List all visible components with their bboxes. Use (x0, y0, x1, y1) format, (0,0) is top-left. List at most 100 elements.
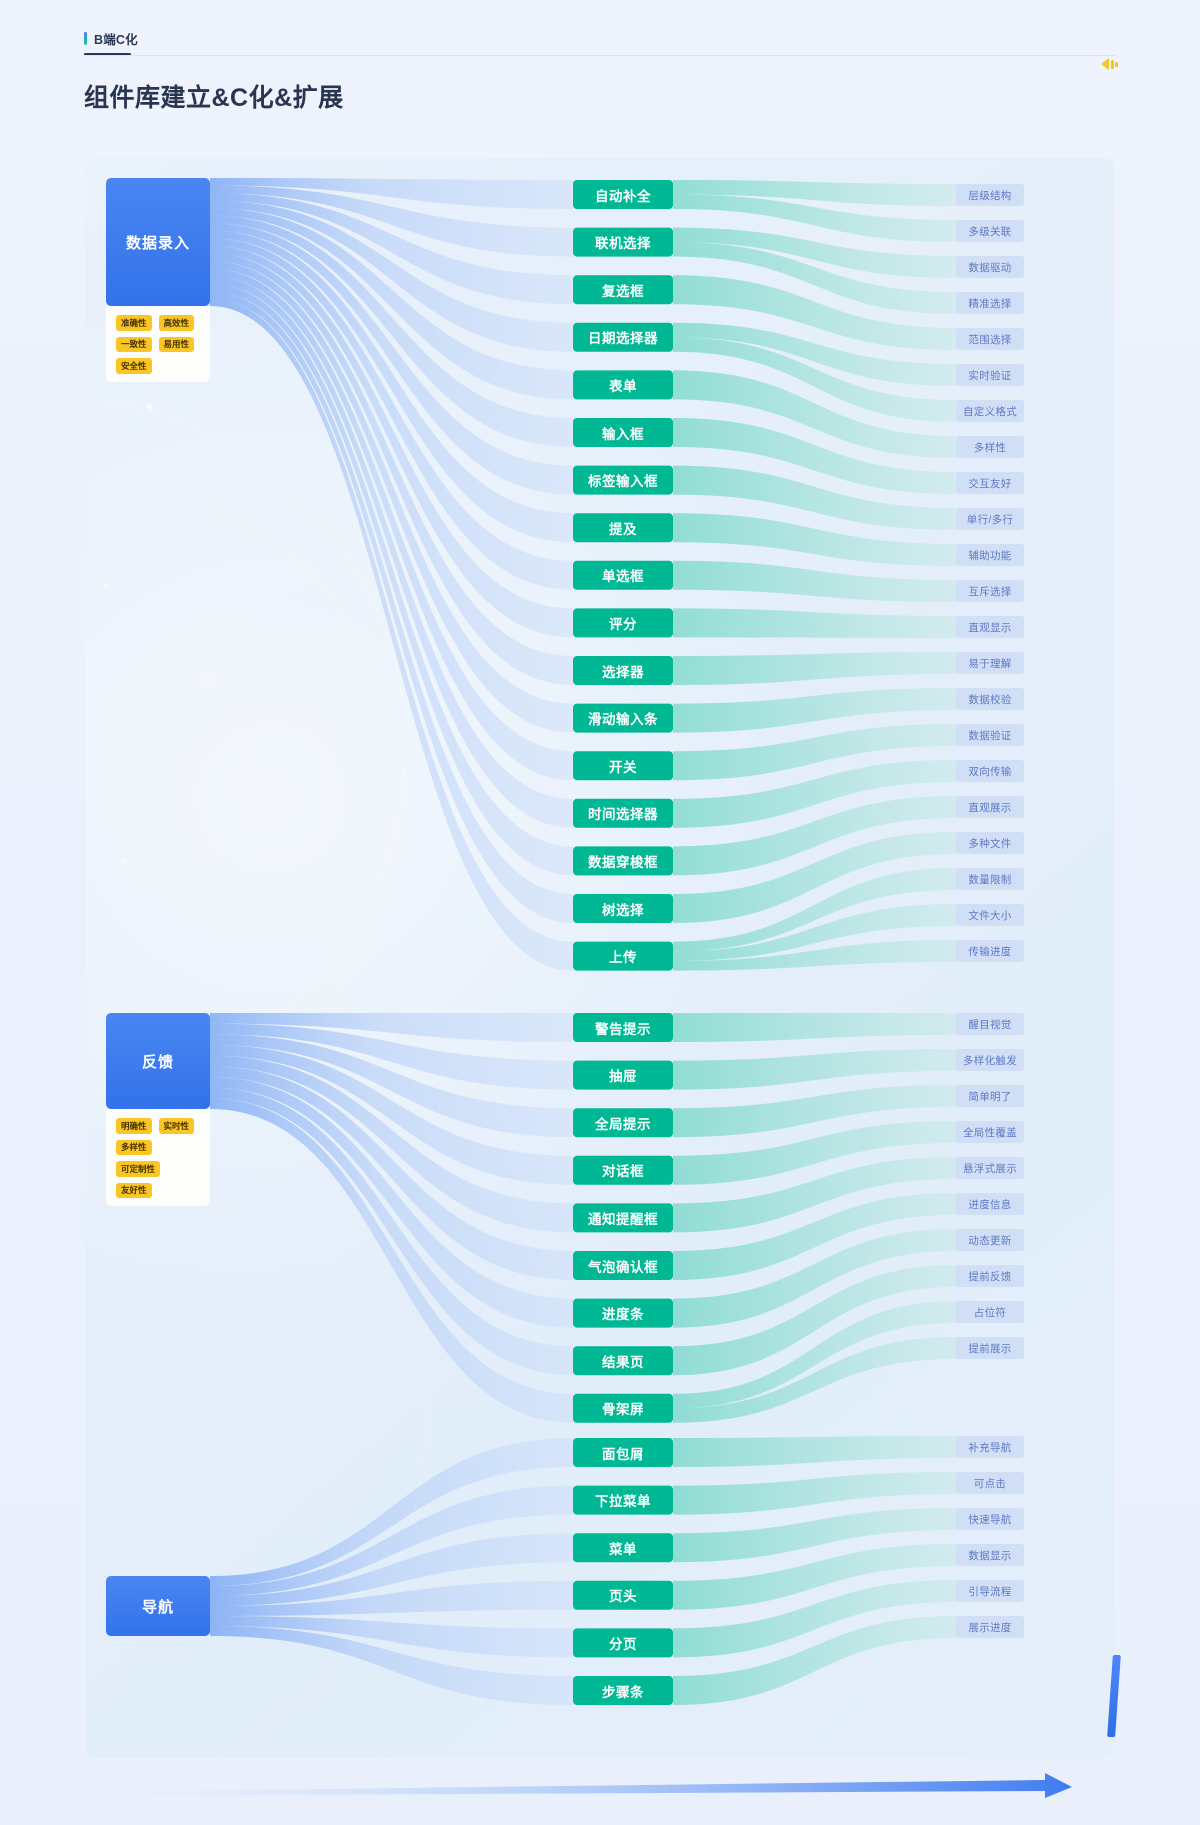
sankey-link (673, 652, 956, 685)
sankey-link (210, 298, 573, 971)
sankey-target-node[interactable] (956, 1229, 1024, 1251)
sankey-target-node[interactable] (956, 760, 1024, 782)
sankey-middle-node[interactable] (573, 1251, 673, 1280)
sankey-target-node[interactable] (956, 796, 1024, 818)
sankey-links-feedback (210, 1013, 573, 1423)
sankey-target-node[interactable] (956, 1580, 1024, 1602)
sankey-target-node[interactable] (956, 904, 1024, 926)
sankey-target-node[interactable] (956, 1301, 1024, 1323)
sankey-middle-node[interactable] (573, 322, 673, 352)
attribute-tag: 安全性 (116, 358, 152, 374)
sankey-middle-node[interactable] (573, 1060, 673, 1090)
sankey-target-node[interactable] (956, 1085, 1024, 1107)
sankey-target-node[interactable] (956, 1013, 1024, 1035)
sankey-target-node[interactable] (956, 328, 1024, 350)
sankey-diagram (106, 178, 1024, 1705)
sankey-target-node[interactable] (956, 544, 1024, 566)
sankey-source-node[interactable] (106, 1576, 210, 1636)
sankey-middle-node[interactable] (573, 370, 673, 400)
sankey-middle-node[interactable] (573, 418, 673, 447)
sankey-middle-node[interactable] (573, 1676, 673, 1705)
sankey-target-node[interactable] (956, 940, 1024, 962)
sankey-target-node[interactable] (956, 652, 1024, 674)
sankey-middle-node[interactable] (573, 465, 673, 495)
sankey-target-node[interactable] (956, 688, 1024, 710)
sankey-middle-node[interactable] (573, 1485, 673, 1515)
sankey-middle-node[interactable] (573, 1346, 673, 1376)
sankey-target-node[interactable] (956, 508, 1024, 530)
sankey-target-node[interactable] (956, 1472, 1024, 1494)
sankey-target-node[interactable] (956, 724, 1024, 746)
volume-icon[interactable] (1092, 57, 1118, 71)
sankey-target-node[interactable] (956, 1436, 1024, 1458)
source-tag-panel: 明确性 实时性 多样性 可定制性 友好性 (106, 1109, 210, 1206)
attribute-tag: 准确性 (116, 315, 152, 331)
sankey-target-node[interactable] (956, 1121, 1024, 1143)
sankey-middle-node[interactable] (573, 1533, 673, 1563)
sankey-target-node[interactable] (956, 1157, 1024, 1179)
sankey-middle-node[interactable] (573, 1155, 673, 1185)
sankey-target-node[interactable] (956, 364, 1024, 386)
sankey-middle-node[interactable] (573, 275, 673, 305)
sankey-target-node[interactable] (956, 256, 1024, 278)
sankey-target-node[interactable] (956, 220, 1024, 242)
attribute-tag: 友好性 (116, 1182, 152, 1198)
sankey-source-node[interactable] (106, 1013, 210, 1109)
breadcrumb-label: B端C化 (94, 32, 138, 47)
sankey-target-node[interactable] (956, 1508, 1024, 1530)
sankey-links-navigation (210, 1438, 573, 1705)
volume-icon-wave-1 (1110, 59, 1114, 69)
attribute-tag: 实时性 (158, 1118, 195, 1134)
sankey-target-node[interactable] (956, 1544, 1024, 1566)
sankey-target-node[interactable] (956, 1265, 1024, 1287)
sankey-target-node[interactable] (956, 400, 1024, 422)
source-tag-panel: 准确性 高效性 一致性 易用性 安全性 (106, 306, 210, 382)
sankey-target-node[interactable] (956, 616, 1024, 638)
header-divider (84, 55, 1116, 56)
attribute-tag: 易用性 (158, 336, 195, 352)
sankey-middle-nodes[interactable] (573, 180, 673, 1705)
sankey-link (673, 1049, 956, 1090)
sankey-target-node[interactable] (956, 436, 1024, 458)
sankey-target-node[interactable] (956, 580, 1024, 602)
sankey-target-node[interactable] (956, 1616, 1024, 1638)
sankey-middle-node[interactable] (573, 941, 673, 971)
sankey-middle-node[interactable] (573, 1580, 673, 1610)
sankey-target-node[interactable] (956, 868, 1024, 890)
sankey-middle-node[interactable] (573, 1438, 673, 1467)
sankey-target-node[interactable] (956, 1337, 1024, 1359)
sankey-target-node[interactable] (956, 832, 1024, 854)
sankey-middle-node[interactable] (573, 560, 673, 590)
sankey-middle-node[interactable] (573, 227, 673, 257)
sankey-middle-node[interactable] (573, 798, 673, 828)
sankey-target-node[interactable] (956, 184, 1024, 206)
volume-icon-wave-2 (1115, 61, 1118, 67)
sankey-source-node[interactable] (106, 178, 210, 306)
top-bar: B端C化 (0, 0, 1200, 70)
sankey-middle-node[interactable] (573, 656, 673, 685)
sankey-target-node[interactable] (956, 472, 1024, 494)
sankey-target-node[interactable] (956, 1193, 1024, 1215)
sankey-middle-node[interactable] (573, 751, 673, 781)
sankey-link (673, 608, 956, 638)
sankey-target-nodes[interactable] (956, 184, 1024, 1638)
sankey-target-node[interactable] (956, 292, 1024, 314)
decorative-arrow (80, 1773, 1072, 1798)
sankey-middle-node[interactable] (573, 1203, 673, 1233)
sankey-middle-node[interactable] (573, 894, 673, 923)
sankey-middle-node[interactable] (573, 1013, 673, 1042)
attribute-tag: 多样性 (116, 1139, 152, 1155)
sankey-middle-node[interactable] (573, 513, 673, 543)
breadcrumb[interactable]: B端C化 (84, 28, 138, 48)
sankey-source-nodes[interactable] (106, 178, 210, 1636)
sankey-middle-node[interactable] (573, 1393, 673, 1423)
sankey-middle-node[interactable] (573, 846, 673, 876)
attribute-tag: 明确性 (116, 1118, 152, 1134)
sankey-target-node[interactable] (956, 1049, 1024, 1071)
sankey-middle-node[interactable] (573, 180, 673, 209)
sankey-middle-node[interactable] (573, 703, 673, 733)
sankey-middle-node[interactable] (573, 1298, 673, 1328)
sankey-middle-node[interactable] (573, 1628, 673, 1658)
sankey-middle-node[interactable] (573, 608, 673, 638)
sankey-middle-node[interactable] (573, 1108, 673, 1138)
